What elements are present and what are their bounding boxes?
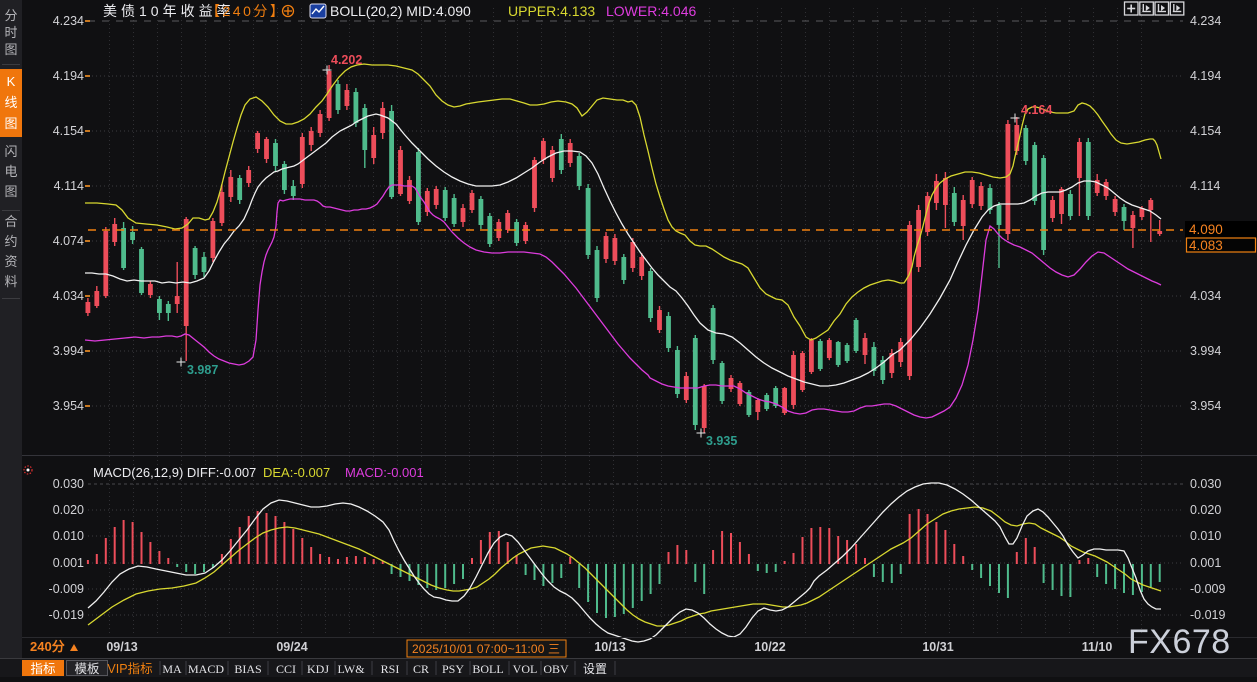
svg-text:CR: CR: [413, 662, 429, 676]
svg-text:-0.019: -0.019: [1190, 608, 1225, 622]
svg-text:10/13: 10/13: [594, 640, 625, 654]
svg-text:KDJ: KDJ: [307, 662, 329, 676]
svg-text:4.154: 4.154: [53, 124, 84, 138]
svg-text:09/24: 09/24: [276, 640, 307, 654]
svg-text:4.090: 4.090: [1189, 222, 1223, 237]
svg-text:时: 时: [4, 25, 17, 40]
svg-text:模板: 模板: [74, 662, 100, 676]
svg-text:4.194: 4.194: [1190, 69, 1221, 83]
svg-text:MACD: MACD: [188, 662, 224, 676]
svg-text:资: 资: [4, 254, 17, 269]
svg-text:DEA:-0.007: DEA:-0.007: [263, 465, 330, 480]
svg-text:UPPER:4.133: UPPER:4.133: [508, 3, 595, 19]
svg-text:11/10: 11/10: [1082, 640, 1113, 654]
svg-text:4.034: 4.034: [1190, 289, 1221, 303]
svg-text:【240分】: 【240分】: [206, 3, 286, 19]
svg-text:MA: MA: [162, 662, 182, 676]
svg-text:VIP指标: VIP指标: [107, 661, 152, 676]
svg-text:3.994: 3.994: [53, 344, 84, 358]
svg-text:09/13: 09/13: [106, 640, 137, 654]
svg-text:图: 图: [4, 116, 17, 131]
svg-text:4.194: 4.194: [53, 69, 84, 83]
svg-text:BOLL(20,2) MID:4.090: BOLL(20,2) MID:4.090: [330, 3, 471, 19]
svg-text:0.001: 0.001: [53, 556, 84, 570]
svg-text:MACD:-0.001: MACD:-0.001: [345, 465, 424, 480]
svg-text:4.234: 4.234: [1190, 14, 1221, 28]
svg-text:-0.019: -0.019: [49, 608, 84, 622]
svg-text:LW&: LW&: [337, 662, 365, 676]
svg-text:240分: 240分: [30, 639, 65, 654]
svg-text:图: 图: [4, 42, 17, 57]
svg-text:0.010: 0.010: [53, 529, 84, 543]
svg-text:-0.009: -0.009: [49, 582, 84, 596]
svg-text:PSY: PSY: [442, 662, 464, 676]
svg-text:K: K: [7, 74, 16, 89]
svg-text:3.935: 3.935: [706, 434, 737, 448]
svg-text:3.994: 3.994: [1190, 344, 1221, 358]
svg-text:CCI: CCI: [276, 662, 296, 676]
svg-text:料: 料: [4, 274, 17, 289]
svg-text:MACD(26,12,9) DIFF:-0.007: MACD(26,12,9) DIFF:-0.007: [93, 465, 256, 480]
svg-text:线: 线: [4, 95, 17, 110]
svg-text:指标: 指标: [30, 661, 55, 676]
svg-text:4.114: 4.114: [1190, 179, 1220, 193]
svg-text:10/31: 10/31: [922, 640, 953, 654]
svg-text:4.234: 4.234: [53, 14, 84, 28]
svg-text:4.083: 4.083: [1189, 238, 1223, 253]
svg-text:2025/10/01 07:00~11:00 三: 2025/10/01 07:00~11:00 三: [412, 642, 560, 656]
svg-text:0.020: 0.020: [1190, 503, 1221, 517]
svg-text:4.114: 4.114: [54, 179, 84, 193]
svg-text:4.074: 4.074: [53, 234, 84, 248]
svg-text:LOWER:4.046: LOWER:4.046: [606, 3, 696, 19]
svg-text:10/22: 10/22: [754, 640, 785, 654]
svg-text:3.987: 3.987: [187, 363, 218, 377]
svg-text:4.154: 4.154: [1190, 124, 1221, 138]
svg-text:4.164: 4.164: [1021, 103, 1052, 117]
svg-text:0.030: 0.030: [53, 477, 84, 491]
svg-text:0.010: 0.010: [1190, 529, 1221, 543]
svg-text:OBV: OBV: [543, 662, 569, 676]
svg-text:图: 图: [4, 184, 17, 199]
svg-text:VOL: VOL: [513, 662, 538, 676]
svg-text:BOLL: BOLL: [472, 662, 503, 676]
svg-text:分: 分: [4, 8, 17, 23]
svg-text:RSI: RSI: [381, 662, 400, 676]
svg-text:BIAS: BIAS: [234, 662, 261, 676]
svg-text:电: 电: [4, 164, 17, 179]
svg-text:0.020: 0.020: [53, 503, 84, 517]
svg-text:4.202: 4.202: [331, 53, 362, 67]
svg-text:合: 合: [4, 214, 17, 229]
svg-text:3.954: 3.954: [53, 399, 84, 413]
svg-text:4.034: 4.034: [53, 289, 84, 303]
svg-text:3.954: 3.954: [1190, 399, 1221, 413]
svg-text:FX678: FX678: [1128, 623, 1231, 661]
svg-text:约: 约: [4, 234, 17, 249]
svg-text:设置: 设置: [583, 662, 607, 676]
svg-text:-0.009: -0.009: [1190, 582, 1225, 596]
svg-text:0.030: 0.030: [1190, 477, 1221, 491]
svg-text:闪: 闪: [4, 144, 17, 159]
svg-text:0.001: 0.001: [1190, 556, 1221, 570]
